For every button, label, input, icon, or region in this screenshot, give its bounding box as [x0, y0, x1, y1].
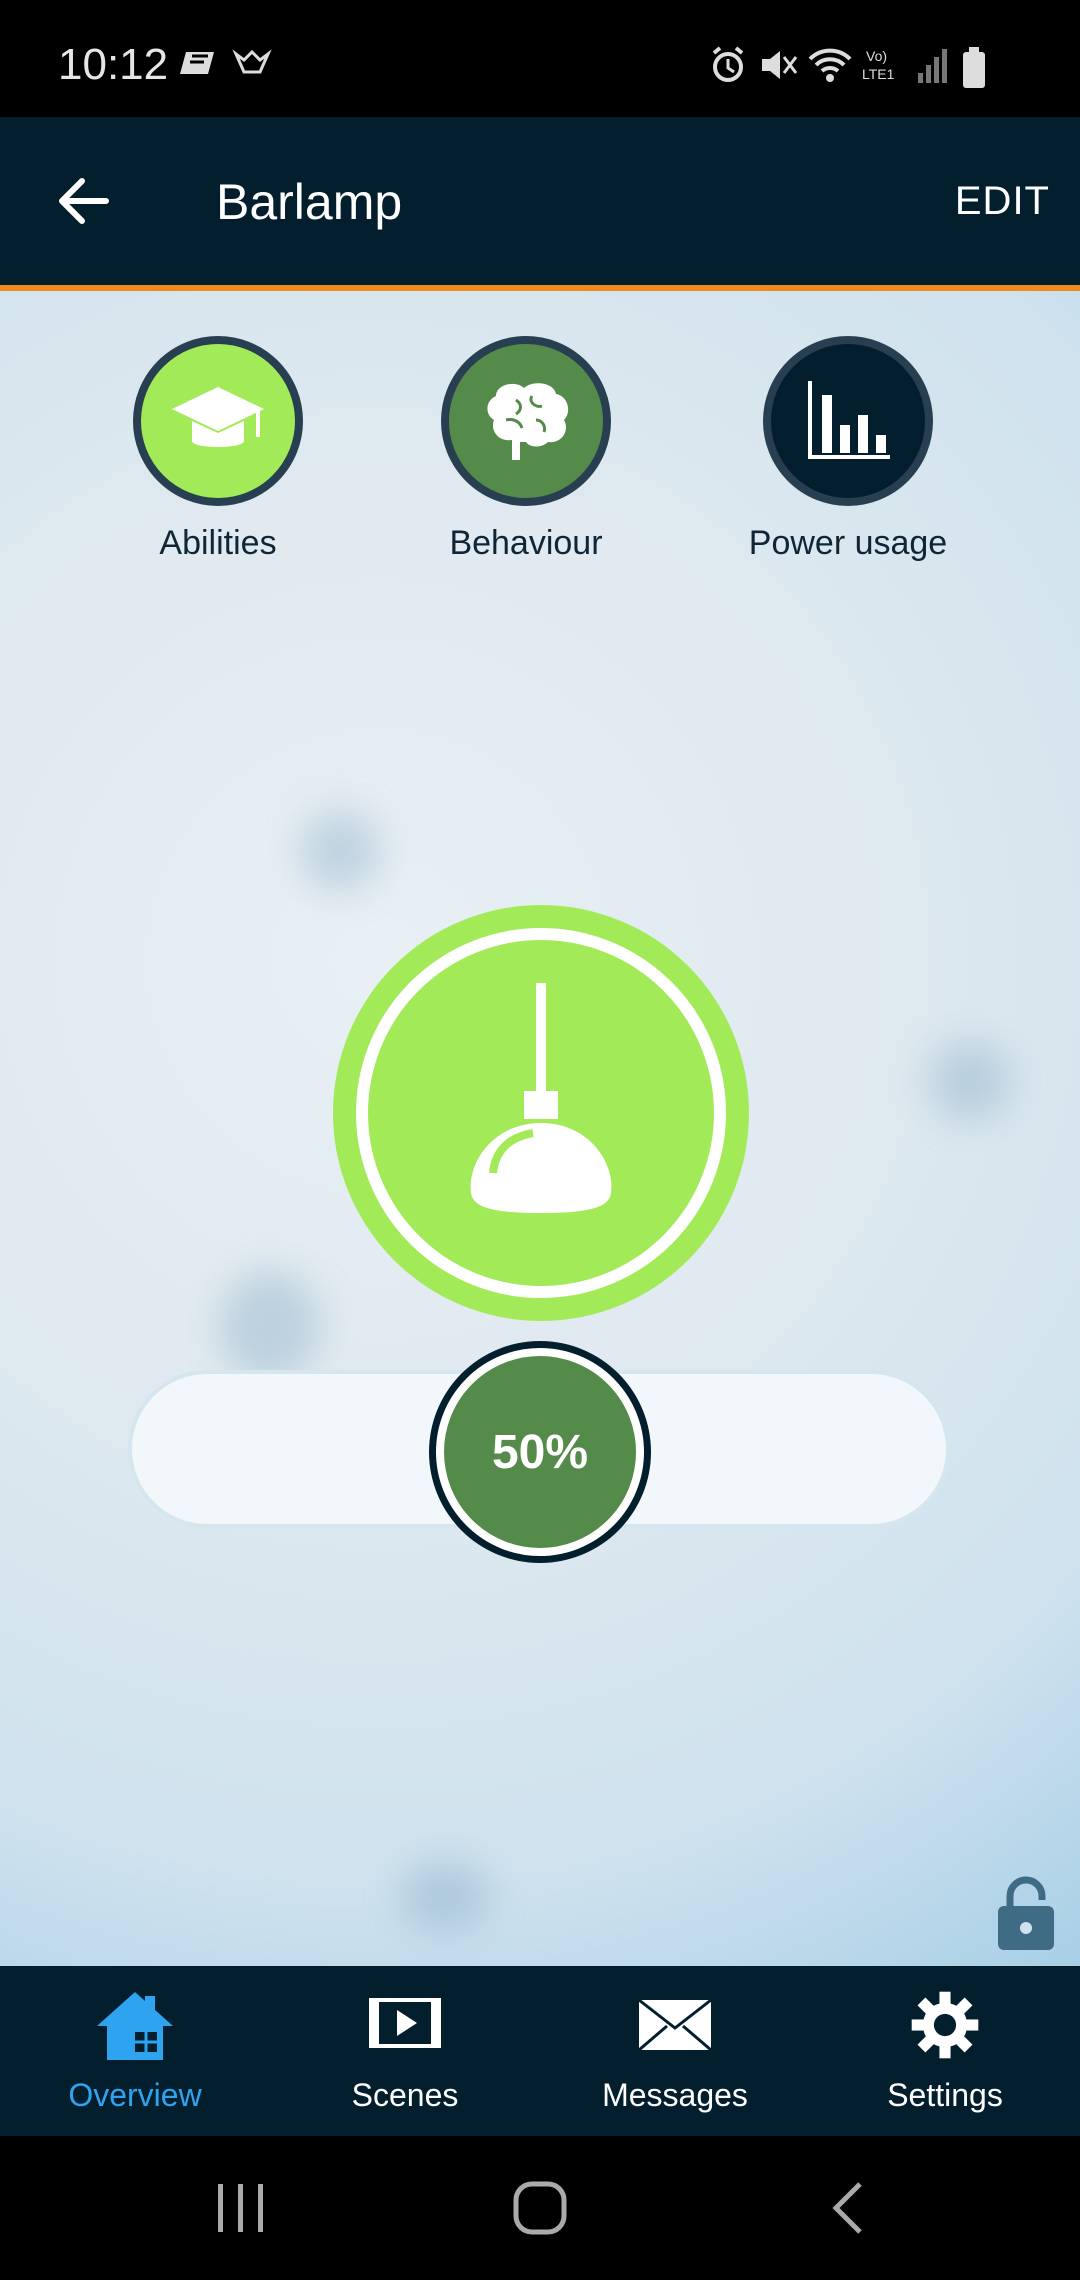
scenes-icon — [369, 1998, 441, 2048]
device-content: Abilities Behaviour Power usage 50% — [0, 291, 1080, 1966]
brain-icon — [487, 383, 569, 460]
svg-text:LTE1: LTE1 — [862, 66, 895, 82]
wifi-icon — [808, 48, 852, 82]
edit-button[interactable]: EDIT — [955, 179, 1050, 224]
lamp-toggle-button[interactable] — [333, 905, 749, 1321]
dimmer-value: 50% — [491, 1425, 589, 1479]
lock-open-icon[interactable] — [996, 1874, 1056, 1954]
signal-icon — [918, 49, 947, 83]
graduation-cap-icon — [172, 387, 264, 447]
recents-icon[interactable] — [210, 2180, 270, 2236]
nav-messages[interactable]: Messages — [540, 1988, 810, 2114]
nav-messages-label: Messages — [602, 2077, 748, 2113]
power-usage-shortcut[interactable]: Power usage — [728, 336, 968, 563]
bar-chart-icon — [808, 381, 890, 459]
behaviour-label: Behaviour — [449, 524, 603, 562]
alarm-icon — [712, 46, 744, 82]
behaviour-shortcut[interactable]: Behaviour — [406, 336, 646, 563]
lte-icon: Vo) LTE1 — [862, 48, 895, 82]
dimmer-slider-knob[interactable]: 50% — [436, 1348, 644, 1556]
abilities-label: Abilities — [159, 524, 277, 562]
mute-icon — [762, 51, 798, 79]
back-button[interactable] — [50, 167, 118, 235]
status-time: 10:12 — [58, 40, 169, 89]
pendant-lamp-icon — [470, 983, 612, 1213]
nav-scenes[interactable]: Scenes — [270, 1988, 540, 2114]
gear-icon — [911, 1991, 979, 2059]
power-usage-icon-circle — [763, 336, 933, 506]
bottom-nav: Overview Scenes Messages Settings — [0, 1966, 1080, 2136]
behaviour-icon-circle — [441, 336, 611, 506]
system-nav-bar — [0, 2136, 1080, 2280]
app-icon — [232, 49, 272, 74]
abilities-shortcut[interactable]: Abilities — [98, 336, 338, 563]
nav-scenes-label: Scenes — [351, 2077, 459, 2113]
nav-overview[interactable]: Overview — [0, 1988, 270, 2114]
home-button-icon[interactable] — [510, 2180, 570, 2236]
svg-text:Vo): Vo) — [866, 48, 887, 64]
app-bar: Barlamp EDIT — [0, 117, 1080, 291]
nav-settings[interactable]: Settings — [810, 1988, 1080, 2114]
envelope-icon — [638, 1998, 712, 2052]
nav-overview-label: Overview — [68, 2077, 202, 2113]
status-bar: 10:12 Vo) LTE1 — [0, 0, 1080, 117]
notification-icon — [180, 52, 214, 74]
power-usage-label: Power usage — [748, 524, 948, 562]
home-icon — [97, 1992, 173, 2060]
back-icon[interactable] — [820, 2180, 880, 2236]
page-title: Barlamp — [216, 174, 403, 230]
battery-icon — [963, 47, 985, 88]
nav-settings-label: Settings — [887, 2077, 1003, 2113]
abilities-icon-circle — [133, 336, 303, 506]
